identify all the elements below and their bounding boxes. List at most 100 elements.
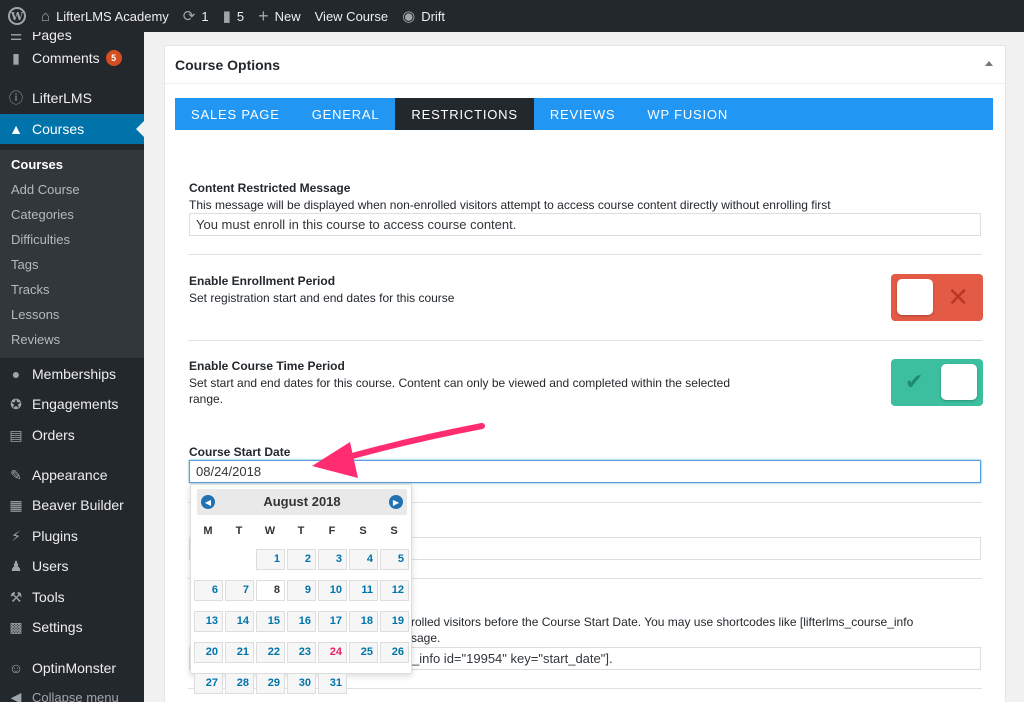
courses-submenu: Courses Add Course Categories Difficulti… [0,150,144,358]
sidebar-item-settings[interactable]: ▩ Settings [0,612,144,642]
start-message-desc-line2: sage. [411,631,441,645]
datepicker-day[interactable]: 15 [256,611,285,632]
enrollment-period-toggle[interactable]: ✕ [891,274,983,321]
datepicker-day[interactable]: 6 [194,580,223,601]
updates-link[interactable]: ⟳ 1 [176,0,216,32]
datepicker-day[interactable]: 8 [256,580,285,601]
submenu-difficulties[interactable]: Difficulties [11,232,70,247]
weekday-header: F [328,525,336,537]
sidebar-item-beaver-builder[interactable]: ▦ Beaver Builder [0,490,144,520]
datepicker-day[interactable]: 7 [225,580,254,601]
sidebar-item-optinmonster[interactable]: ☺ OptinMonster [0,653,144,683]
time-period-toggle[interactable]: ✔ [891,359,983,406]
start-message-desc-line1: rolled visitors before the Course Start … [411,615,914,629]
time-period-label: Enable Course Time Period [189,359,345,373]
datepicker-popup: ◀ August 2018 ▶ M T W T F S S 1 2 3 4 5 6 7 8 9 10 11 12 13… [190,484,412,694]
datepicker-day[interactable]: 26 [380,642,409,663]
datepicker-day[interactable]: 1 [256,549,285,570]
weekday-header: S [390,525,398,537]
datepicker-day[interactable]: 19 [380,611,409,632]
datepicker-day[interactable]: 24 [318,642,347,663]
wrench-icon: ⚒ [9,588,23,605]
group-icon: ● [11,366,21,382]
wordpress-logo-icon[interactable]: W [0,0,34,32]
refresh-icon: ⟳ [182,7,196,25]
sidebar-item-tools[interactable]: ⚒ Tools [0,582,144,612]
datepicker-day[interactable]: 5 [380,549,409,570]
enrollment-period-desc: Set registration start and end dates for… [189,291,455,305]
sidebar-item-lifterlms[interactable]: ⓘ LifterLMS [0,83,144,113]
collapse-caret-icon[interactable] [985,61,993,66]
view-course-link[interactable]: View Course [308,0,395,32]
sidebar-item-engagements[interactable]: ✪ Engagements [0,389,144,419]
comment-icon: ▮ [222,7,231,25]
sidebar-item-memberships[interactable]: ● Memberships [0,359,144,389]
datepicker-day[interactable]: 16 [287,611,316,632]
datepicker-day[interactable]: 28 [225,673,254,694]
toggle-knob [941,364,977,400]
datepicker-day[interactable]: 2 [287,549,316,570]
datepicker-day[interactable]: 27 [194,673,223,694]
datepicker-day[interactable]: 13 [194,611,223,632]
submenu-reviews[interactable]: Reviews [11,332,60,347]
datepicker-day[interactable]: 20 [194,642,223,663]
datepicker-day[interactable]: 21 [225,642,254,663]
course-options-tabs: SALES PAGE GENERAL RESTRICTIONS REVIEWS … [175,98,993,130]
tab-reviews[interactable]: REVIEWS [534,98,632,130]
sidebar-item-users[interactable]: ♟ Users [0,551,144,581]
drift-link[interactable]: ◉ Drift [395,0,452,32]
close-icon: ✕ [947,282,969,312]
weekday-header: W [264,525,276,537]
collapse-menu-button[interactable]: ◀ Collapse menu [0,682,144,702]
datepicker-day[interactable]: 4 [349,549,378,570]
divider [188,254,982,255]
divider [188,340,982,341]
datepicker-day[interactable]: 9 [287,580,316,601]
annotation-arrow-icon [312,423,485,478]
datepicker-month: August 2018 [263,494,341,509]
datepicker-day[interactable]: 18 [349,611,378,632]
next-month-icon[interactable]: ▶ [389,495,403,509]
datepicker-day[interactable]: 11 [349,580,378,601]
weekday-header: S [359,525,367,537]
checkmark-icon: ✔ [905,369,924,394]
home-icon: ⌂ [41,7,51,25]
submenu-courses[interactable]: Courses [11,157,63,172]
datepicker-day[interactable]: 31 [318,673,347,694]
postbox-title[interactable]: Course Options [165,46,1005,84]
datepicker-day[interactable]: 22 [256,642,285,663]
datepicker-day[interactable]: 29 [256,673,285,694]
layout-icon: ▦ [9,496,23,513]
new-content-link[interactable]: + New [251,0,308,32]
tab-sales-page[interactable]: SALES PAGE [175,98,296,130]
submenu-add-course[interactable]: Add Course [11,182,80,197]
tab-general[interactable]: GENERAL [296,98,396,130]
submenu-tags[interactable]: Tags [11,257,38,272]
site-name-link[interactable]: ⌂ LifterLMS Academy [34,0,176,32]
sidebar-item-orders[interactable]: ▤ Orders [0,420,144,450]
submenu-categories[interactable]: Categories [11,207,74,222]
time-period-desc: Set start and end dates for this course.… [189,376,730,406]
sidebar-item-comments[interactable]: ▮ Comments 5 [0,43,144,73]
sidebar-item-courses[interactable]: ▲ Courses [0,114,144,144]
sidebar-item-appearance[interactable]: ✎ Appearance [0,460,144,490]
datepicker-day[interactable]: 12 [380,580,409,601]
datepicker-day[interactable]: 30 [287,673,316,694]
datepicker-day[interactable]: 3 [318,549,347,570]
datepicker-day[interactable]: 25 [349,642,378,663]
datepicker-day[interactable]: 17 [318,611,347,632]
datepicker-day[interactable]: 10 [318,580,347,601]
tab-restrictions[interactable]: RESTRICTIONS [395,98,534,130]
current-indicator [136,121,144,137]
datepicker-day[interactable]: 14 [225,611,254,632]
comments-link[interactable]: ▮ 5 [216,0,252,32]
submenu-tracks[interactable]: Tracks [11,282,50,297]
user-icon: ♟ [9,557,23,574]
restricted-message-input[interactable] [189,213,981,236]
start-message-value: _info id="19954" key="start_date"]. [412,651,613,666]
collapse-icon: ◀ [10,688,22,702]
sidebar-item-plugins[interactable]: ⚡ Plugins [0,521,144,551]
datepicker-day[interactable]: 23 [287,642,316,663]
tab-wp-fusion[interactable]: WP FUSION [631,98,744,130]
submenu-lessons[interactable]: Lessons [11,307,59,322]
